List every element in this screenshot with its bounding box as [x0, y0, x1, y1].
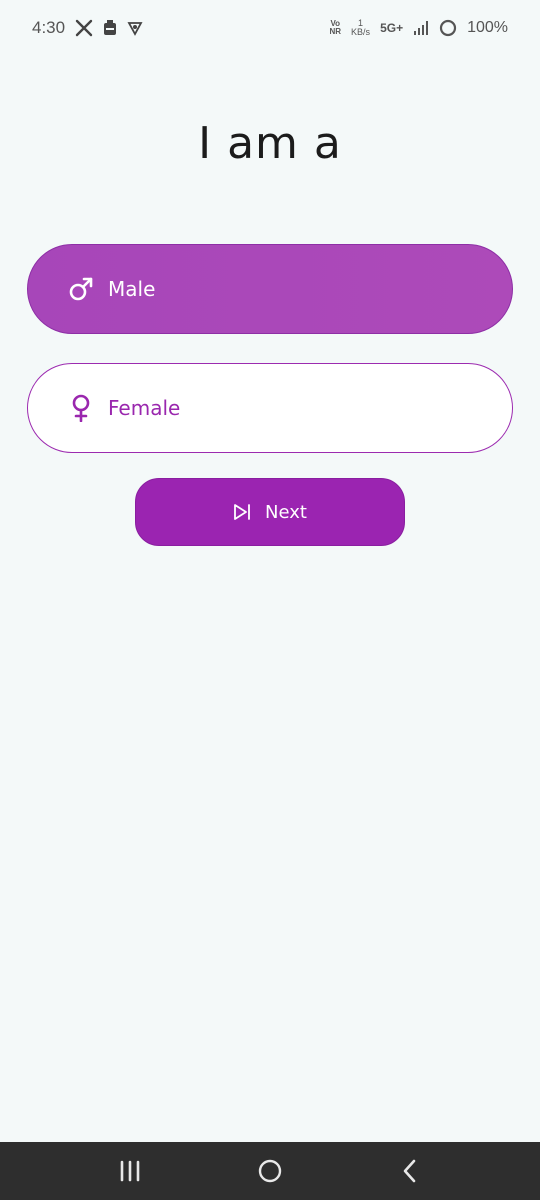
gender-selection-screen: 4:30 Vo NR 1 KB/s 5G+ 100% I am a Male F…	[0, 0, 540, 1200]
male-symbol-icon	[68, 275, 94, 303]
home-icon[interactable]	[240, 1146, 300, 1196]
volte-indicator: Vo NR	[329, 20, 341, 36]
volte-bottom-text: NR	[329, 27, 342, 36]
skip-next-icon	[233, 503, 253, 521]
option-female[interactable]: Female	[27, 363, 513, 453]
navigation-bar	[0, 1142, 540, 1200]
female-symbol-icon	[68, 394, 94, 422]
network-type: 5G+	[380, 21, 404, 35]
vpn-shield-icon	[127, 20, 143, 36]
x-logo-icon	[75, 19, 93, 37]
option-male[interactable]: Male	[27, 244, 513, 334]
status-bar: 4:30 Vo NR 1 KB/s 5G+ 100%	[0, 0, 540, 56]
option-male-label: Male	[108, 277, 156, 301]
recent-apps-icon[interactable]	[100, 1146, 160, 1196]
battery-saver-icon	[103, 20, 117, 36]
back-icon[interactable]	[380, 1146, 440, 1196]
status-time: 4:30	[32, 18, 66, 37]
network-speed: 1 KB/s	[351, 19, 370, 37]
signal-icon	[413, 20, 429, 36]
status-bar-right: Vo NR 1 KB/s 5G+ 100%	[329, 19, 508, 37]
status-bar-left: 4:30	[32, 18, 143, 38]
next-button[interactable]: Next	[135, 478, 405, 546]
network-speed-unit: KB/s	[351, 27, 371, 37]
battery-ring-icon	[439, 19, 457, 37]
page-title: I am a	[198, 118, 342, 169]
next-button-label: Next	[265, 501, 307, 523]
battery-percent: 100%	[467, 19, 508, 36]
option-female-label: Female	[108, 396, 181, 420]
